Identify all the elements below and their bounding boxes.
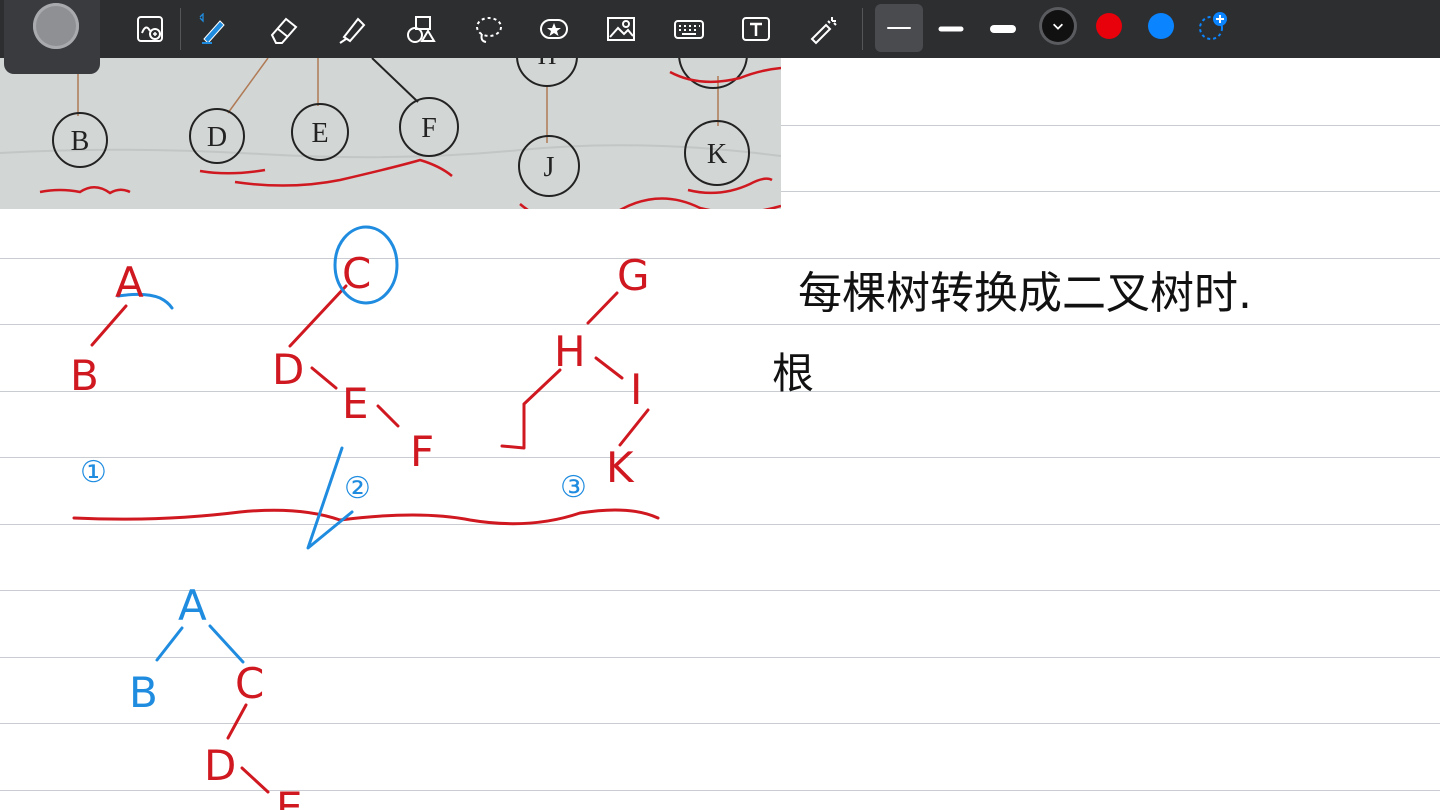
ruled-line xyxy=(0,324,1440,325)
combined-edge-c-d xyxy=(226,703,248,740)
pen-icon xyxy=(199,13,225,44)
tree1-node-b: B xyxy=(70,351,99,400)
combined-edge-a-b xyxy=(155,626,184,662)
tree1-edge xyxy=(90,304,128,347)
note-page[interactable]: B D E F J K H xyxy=(0,0,1440,810)
ruled-line xyxy=(0,258,1440,259)
ruled-line xyxy=(0,457,1440,458)
sticker-tool-button[interactable] xyxy=(534,9,574,49)
svg-text:F: F xyxy=(421,113,437,144)
record-button[interactable] xyxy=(33,3,79,49)
svg-text:J: J xyxy=(544,152,555,183)
tree3-node-i: I xyxy=(630,365,642,414)
shapes-tool-button[interactable] xyxy=(400,9,440,49)
thick-stroke-icon xyxy=(990,25,1016,33)
color-swatch-blue[interactable] xyxy=(1148,13,1174,39)
keyboard-tool-button[interactable] xyxy=(669,9,709,49)
tree3-edge-g-h xyxy=(586,291,619,325)
tree3-letter-j-stroke xyxy=(500,403,526,450)
keyboard-icon xyxy=(674,20,704,39)
tree-number-1: ① xyxy=(80,455,107,490)
highlighter-icon xyxy=(339,17,366,44)
note-line-1: 每棵树转换成二叉树时. xyxy=(798,268,1252,319)
combined-node-a: A xyxy=(178,581,207,630)
tree3-node-h: H xyxy=(554,327,586,376)
pen-tool-button[interactable] xyxy=(194,9,234,49)
ruled-line xyxy=(0,790,1440,791)
eraser-icon xyxy=(270,17,298,44)
image-icon xyxy=(607,17,635,41)
tree3-edge-h-j xyxy=(522,368,562,406)
zoom-window-icon xyxy=(137,16,163,42)
combined-node-b: B xyxy=(129,668,158,717)
tree2-root-circle xyxy=(333,225,399,305)
star-sticker-icon xyxy=(540,19,568,39)
tree1-root-mark xyxy=(116,292,174,310)
tree3-node-k: K xyxy=(606,443,635,492)
medium-stroke-icon xyxy=(938,26,964,32)
tree-number-2: ② xyxy=(344,471,371,506)
color-swatch-red[interactable] xyxy=(1096,13,1122,39)
tree3-edge-i-k xyxy=(618,408,650,447)
ruled-line xyxy=(0,657,1440,658)
tree2-node-e: E xyxy=(342,379,369,428)
add-color-icon xyxy=(1199,12,1227,40)
combined-node-d: D xyxy=(204,741,236,790)
record-panel xyxy=(4,0,100,74)
ruled-line xyxy=(0,590,1440,591)
tree2-node-c: C xyxy=(342,249,371,298)
svg-text:E: E xyxy=(311,118,328,149)
highlighter-tool-button[interactable] xyxy=(332,9,372,49)
toolbar xyxy=(0,0,1440,74)
blue-check-stroke xyxy=(306,446,354,550)
combined-edge-d-e xyxy=(240,766,270,794)
add-color-button[interactable] xyxy=(1192,6,1232,46)
tree1-node-a: A xyxy=(115,258,144,307)
image-tool-button[interactable] xyxy=(601,9,641,49)
laser-pointer-icon xyxy=(810,17,837,45)
color-swatch-black[interactable] xyxy=(1042,10,1074,42)
tree3-edge-h-i xyxy=(594,356,624,380)
textbook-photo[interactable]: B D E F J K H xyxy=(0,58,781,209)
svg-text:K: K xyxy=(707,139,727,170)
toolbar-separator xyxy=(862,8,863,50)
ruled-line xyxy=(0,391,1440,392)
ruled-line xyxy=(0,524,1440,525)
photo-node-h-label: H xyxy=(538,58,557,70)
stroke-thick-button[interactable] xyxy=(983,9,1023,49)
ruled-line xyxy=(0,723,1440,724)
tree2-edge-e-f xyxy=(376,404,400,428)
lasso-tool-button[interactable] xyxy=(468,9,508,49)
svg-text:D: D xyxy=(207,122,227,153)
toolbar-separator xyxy=(180,8,181,50)
stroke-medium-button[interactable] xyxy=(931,9,971,49)
stroke-thin-button[interactable] xyxy=(875,4,923,52)
tree2-edge-d-e xyxy=(310,366,338,390)
svg-text:B: B xyxy=(71,126,90,157)
text-box-icon xyxy=(742,17,770,41)
shapes-icon xyxy=(407,16,436,43)
tree2-node-d: D xyxy=(272,345,304,394)
combined-node-c: C xyxy=(235,659,264,708)
page-zoom-button[interactable] xyxy=(130,9,170,49)
tree-number-3: ③ xyxy=(560,470,587,505)
eraser-tool-button[interactable] xyxy=(264,9,304,49)
chevron-down-icon xyxy=(1053,23,1063,30)
thin-stroke-icon xyxy=(887,27,911,29)
combined-node-e: E xyxy=(276,783,303,810)
laser-pointer-tool-button[interactable] xyxy=(804,9,844,49)
lasso-icon xyxy=(476,17,502,43)
textbook-photo-drawing: B D E F J K H xyxy=(0,58,781,209)
tree2-edge-c-d xyxy=(288,284,348,348)
forest-underline xyxy=(72,508,660,526)
text-box-tool-button[interactable] xyxy=(736,9,776,49)
tree2-node-f: F xyxy=(410,427,434,476)
